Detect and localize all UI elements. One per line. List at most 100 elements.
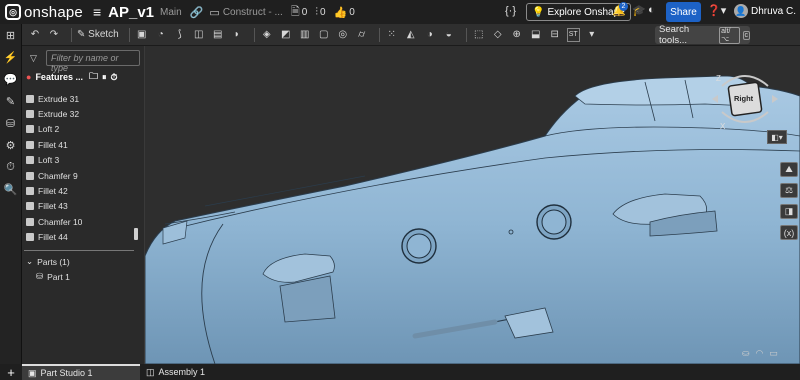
toolbar-divider (465, 27, 467, 42)
feature-list-scrollbar[interactable] (134, 228, 138, 240)
search-parts-icon[interactable]: 🔍 (4, 182, 18, 196)
onshape-logo[interactable]: ◎ onshape (5, 4, 83, 21)
sketch-button[interactable]: ✎ Sketch (77, 28, 119, 42)
feature-item[interactable]: Chamfer 10 (24, 214, 134, 229)
sweep-icon[interactable]: ⟆ (173, 28, 187, 42)
mass-properties-icon[interactable]: ⚖ (780, 183, 798, 198)
edit-icon[interactable]: ✎ (4, 94, 18, 108)
chamfer-icon[interactable]: ◈ (260, 28, 274, 42)
mirror-icon[interactable]: ◭ (404, 28, 418, 42)
help-icon[interactable]: ❓▾ (707, 4, 726, 17)
share-button[interactable]: Share (666, 2, 701, 22)
feature-label: Fillet 42 (38, 186, 68, 197)
cylinder-icon[interactable]: ⌭ (355, 28, 369, 42)
feature-label: Fillet 41 (38, 139, 68, 150)
parts-group[interactable]: ⌄ Parts (1) (26, 254, 70, 269)
breadcrumb[interactable]: Construct - ... (223, 7, 283, 18)
fillet-icon (26, 202, 34, 211)
boolean-icon[interactable]: ◑ (423, 28, 437, 42)
feature-item[interactable]: Fillet 44 (24, 230, 134, 245)
document-title[interactable]: AP_v1 (108, 4, 154, 21)
like-icon[interactable]: 👍 0 (334, 6, 355, 19)
feature-item[interactable]: Fillet 43 (24, 199, 134, 214)
z-axis-label: Z (716, 74, 721, 83)
part-item[interactable]: ⛁ Part 1 (26, 269, 70, 284)
code-icon[interactable]: {·} (505, 5, 516, 17)
undo-icon[interactable]: ↶ (28, 28, 42, 42)
features-label[interactable]: Features ... (35, 72, 83, 82)
pause-icon[interactable]: ⏸ (102, 72, 107, 83)
revolve-icon[interactable]: ◔ (154, 28, 168, 42)
version-count: 0 (320, 6, 326, 18)
feature-item[interactable]: Extrude 32 (24, 106, 134, 121)
comments-icon[interactable]: 💬 (4, 72, 18, 86)
chamfer-icon (26, 171, 34, 180)
assembly-icon: ◫ (146, 366, 155, 377)
render-studio-icon[interactable]: ◨ (780, 204, 798, 219)
loft-icon (26, 156, 34, 165)
extrude-icon (26, 94, 34, 103)
history-icon[interactable]: ⏱ (4, 160, 18, 174)
learning-icon[interactable]: 🎓 (632, 4, 646, 17)
extrude-icon[interactable]: ▣ (135, 28, 149, 42)
loft-icon (26, 125, 34, 134)
loft-icon[interactable]: ◫ (192, 28, 206, 42)
section-view-icon[interactable]: ⛀ (742, 348, 750, 359)
plane-icon[interactable]: ◇ (491, 28, 505, 42)
redo-icon[interactable]: ↷ (47, 28, 61, 42)
feature-item[interactable]: Loft 3 (24, 153, 134, 168)
shell-icon[interactable]: ▢ (317, 28, 331, 42)
feature-item[interactable]: Chamfer 9 (24, 168, 134, 183)
view-cube[interactable]: Right Z X (712, 66, 778, 132)
folder-icon[interactable]: 🗀 (89, 69, 98, 85)
menu-icon[interactable]: ≡ (93, 4, 101, 20)
app-store-icon[interactable]: ◐ (648, 4, 655, 16)
appearance-panel-icon[interactable]: ⛰ (780, 162, 798, 177)
display-states-icon[interactable]: ▭ (769, 348, 778, 359)
variables-icon[interactable]: ⚡ (4, 50, 18, 64)
avatar[interactable]: 👤 (734, 4, 748, 18)
versions-icon[interactable]: ⫶ 0 (315, 6, 325, 19)
share-label: Share (670, 6, 697, 18)
panel-divider[interactable] (24, 250, 134, 251)
timer-icon[interactable]: ⏱ (111, 72, 118, 83)
feature-item[interactable]: Extrude 31 (24, 91, 134, 106)
folder-icon[interactable]: ▭ (209, 6, 219, 19)
search-tools-input[interactable]: Search tools... alt/⌥ c (655, 24, 750, 46)
filter-icon[interactable]: ▽ (30, 53, 37, 64)
sheet-metal-icon[interactable]: ⊟ (548, 28, 562, 42)
tab-assembly-1[interactable]: ◫ Assembly 1 (140, 364, 258, 380)
measure-icon[interactable]: ◠ (756, 348, 764, 359)
appearance-icon[interactable]: ⛁ (4, 116, 18, 130)
feature-list-icon[interactable]: ⊞ (4, 28, 18, 42)
add-tab-icon[interactable]: + (0, 365, 22, 380)
rollback-icon[interactable]: ● (26, 72, 31, 82)
view-options-icon[interactable]: ◧▾ (767, 130, 787, 144)
part-model[interactable] (145, 46, 800, 364)
chevron-down-icon[interactable]: ▾ (585, 28, 599, 42)
configurations-icon[interactable]: ⚙ (4, 138, 18, 152)
pattern-icon[interactable]: ⁙ (385, 28, 399, 42)
comments-icon[interactable]: 🗎 0 (291, 3, 307, 22)
toolbar-divider (253, 27, 255, 42)
surface-icon[interactable]: ⬓ (529, 28, 543, 42)
feature-filter-input[interactable]: Filter by name or type (46, 50, 140, 73)
transform-icon[interactable]: ⬚ (472, 28, 486, 42)
rib-icon[interactable]: ▥ (298, 28, 312, 42)
fillet-icon[interactable]: ◗ (230, 28, 244, 42)
feature-item[interactable]: Fillet 41 (24, 137, 134, 152)
link-icon[interactable]: 🔗 (190, 6, 204, 19)
user-name[interactable]: Dhruva C. (751, 6, 796, 17)
feature-item[interactable]: Loft 2 (24, 122, 134, 137)
variables-table-icon[interactable]: (x) (780, 225, 798, 240)
split-icon[interactable]: ◒ (442, 28, 456, 42)
mate-connector-icon[interactable]: ⊕ (510, 28, 524, 42)
graphics-viewport[interactable]: Right Z X ◧▾ ⛀ ◠ ▭ (145, 46, 800, 364)
part-studio-icon: ▣ (28, 367, 37, 378)
tab-part-studio-1[interactable]: ▣ Part Studio 1 (22, 364, 140, 380)
st-tool-button[interactable]: ST (566, 27, 580, 42)
hole-icon[interactable]: ◎ (336, 28, 350, 42)
thicken-icon[interactable]: ▤ (211, 28, 225, 42)
draft-icon[interactable]: ◩ (279, 28, 293, 42)
feature-item[interactable]: Fillet 42 (24, 183, 134, 198)
